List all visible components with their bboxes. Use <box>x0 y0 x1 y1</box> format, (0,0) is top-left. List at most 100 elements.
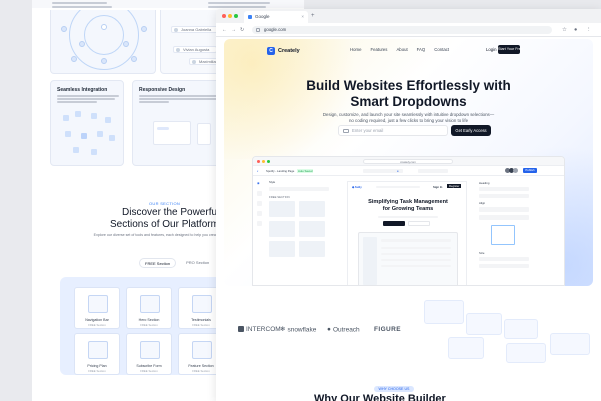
mockup-dash-row <box>381 253 451 255</box>
section-title-line: Discover the Powerful <box>122 207 220 218</box>
mockup-sidebar-icon: ◉ <box>257 181 260 185</box>
nav-about[interactable]: About <box>396 47 407 53</box>
get-early-access-button[interactable]: Get Early Access <box>451 125 491 136</box>
site-logo[interactable]: C Creately <box>267 46 300 55</box>
feature-card-title: Seamless Integration <box>57 87 108 93</box>
nav-home[interactable]: Home <box>350 47 361 53</box>
floating-preview-card <box>506 343 546 363</box>
close-window-button[interactable] <box>222 14 226 18</box>
text-line <box>208 6 266 8</box>
why-title: Why Our Website Builder <box>314 393 446 401</box>
email-placeholder: Enter your email <box>352 128 384 133</box>
mockup-canvas-sub <box>378 216 438 218</box>
mockup-sidebar-icon <box>257 211 262 216</box>
tab-free-section[interactable]: FREE Section <box>139 258 177 268</box>
mockup-logo-icon: ◐ <box>257 169 259 173</box>
text-line <box>57 95 119 97</box>
forward-icon[interactable]: → <box>231 26 236 34</box>
mockup-size-label: Size <box>479 251 485 255</box>
section-card[interactable]: Navigation Bar FREE Section <box>74 287 120 329</box>
mockup-light <box>257 160 260 163</box>
start-free-button[interactable]: Start Your Free <box>498 45 523 54</box>
reload-icon[interactable]: ↻ <box>240 26 244 34</box>
bookmark-star-icon[interactable]: ☆ <box>562 25 567 35</box>
app-node-icon <box>123 41 129 47</box>
mockup-status: Auto Saved <box>297 169 314 173</box>
floating-preview-card <box>424 300 464 324</box>
integration-icon <box>91 149 97 155</box>
device-mockup <box>197 123 211 145</box>
floating-preview-card <box>466 313 502 335</box>
mockup-canvas-logo: ◆ Sutly <box>352 185 362 189</box>
favicon-icon <box>248 15 252 19</box>
integration-icon <box>75 111 81 117</box>
partner-logo-intercom: INTERCOM <box>238 325 281 335</box>
section-card-sub: FREE Section <box>88 323 106 327</box>
screenshot-stage: Joanna Gabriella Vivian Augusta Maximili… <box>0 0 601 401</box>
browser-tab[interactable]: Google × <box>244 11 308 23</box>
section-card-label: Navigation Bar <box>85 318 109 322</box>
mockup-canvas: ◆ Sutly Sign In Register Simplifying Tas… <box>347 181 467 285</box>
snowflake-icon: ❄ <box>280 326 286 333</box>
text-line <box>57 98 115 100</box>
feature-card-title: Responsive Design <box>139 87 186 93</box>
section-card[interactable]: Pricing Plan FREE Section <box>74 333 120 375</box>
mockup-sidebar-icon <box>257 191 262 196</box>
mockup-dash-row <box>381 265 451 267</box>
close-tab-icon[interactable]: × <box>301 11 304 23</box>
mockup-light <box>262 160 265 163</box>
section-thumbnail <box>88 341 108 359</box>
nav-contact[interactable]: Contact <box>434 47 449 53</box>
browser-url-bar: ← → ↻ google.com ☆ ● ⋮ <box>216 23 601 37</box>
mockup-block <box>269 241 295 257</box>
mockup-publish-button: Publish <box>523 168 537 173</box>
tab-pro-section[interactable]: PRO Section <box>181 258 214 268</box>
integration-icon <box>63 115 69 121</box>
mockup-block <box>299 241 325 257</box>
section-card-sub: FREE Section <box>140 369 158 373</box>
mockup-dash-row <box>381 247 451 249</box>
avatar <box>513 168 518 173</box>
profile-icon[interactable]: ● <box>574 25 577 35</box>
mockup-search <box>269 187 329 191</box>
mockup-block <box>299 201 325 217</box>
back-icon[interactable]: ← <box>222 26 227 34</box>
section-card-label: Pricing Plan <box>87 364 107 368</box>
feature-card: Seamless Integration <box>50 80 124 166</box>
mockup-dashboard <box>358 232 458 285</box>
mockup-sidebar-icon <box>257 201 262 206</box>
device-mockup <box>153 121 191 145</box>
integration-icon <box>109 135 115 141</box>
minimize-window-button[interactable] <box>228 14 232 18</box>
hero-subtitle-line: no coding required, just a few clicks to… <box>348 118 469 123</box>
section-title-line: Sections of Our Platform <box>110 219 219 230</box>
section-card-label: Subscribe Form <box>136 364 162 368</box>
email-input[interactable]: Enter your email <box>338 125 448 136</box>
integration-icon <box>81 133 87 139</box>
section-card[interactable]: Hero Section FREE Section <box>126 287 172 329</box>
address-text: google.com <box>264 27 287 32</box>
nav-features[interactable]: Features <box>370 47 387 53</box>
hero-title-line: Smart Dropdowns <box>350 94 467 109</box>
mockup-canvas-title: Simplifying Task Management <box>368 199 448 205</box>
mockup-canvas-title: for Growing Teams <box>382 206 434 212</box>
app-node-icon <box>71 56 77 62</box>
app-node-icon <box>101 58 107 64</box>
mockup-canvas-cta <box>408 221 430 226</box>
new-tab-icon[interactable]: + <box>311 11 315 21</box>
section-card[interactable]: Subscribe Form FREE Section <box>126 333 172 375</box>
app-node-icon <box>79 41 85 47</box>
floating-preview-card <box>504 319 538 339</box>
mail-icon <box>343 129 349 133</box>
mockup-canvas-nav <box>376 186 420 188</box>
mockup-toolbar: ◐ Spotify - Landing Page Auto Saved ● <box>253 166 564 176</box>
mockup-free-section: FREE SECTION <box>269 195 290 199</box>
menu-dots-icon[interactable]: ⋮ <box>586 25 592 35</box>
mockup-sign-in: Sign In <box>433 185 443 189</box>
text-line <box>139 98 219 100</box>
main-nav: Home Features About FAQ Contact <box>350 47 449 53</box>
nav-faq[interactable]: FAQ <box>417 47 426 53</box>
login-link[interactable]: Login <box>486 47 497 53</box>
address-field[interactable]: google.com <box>252 26 552 34</box>
maximize-window-button[interactable] <box>234 14 238 18</box>
